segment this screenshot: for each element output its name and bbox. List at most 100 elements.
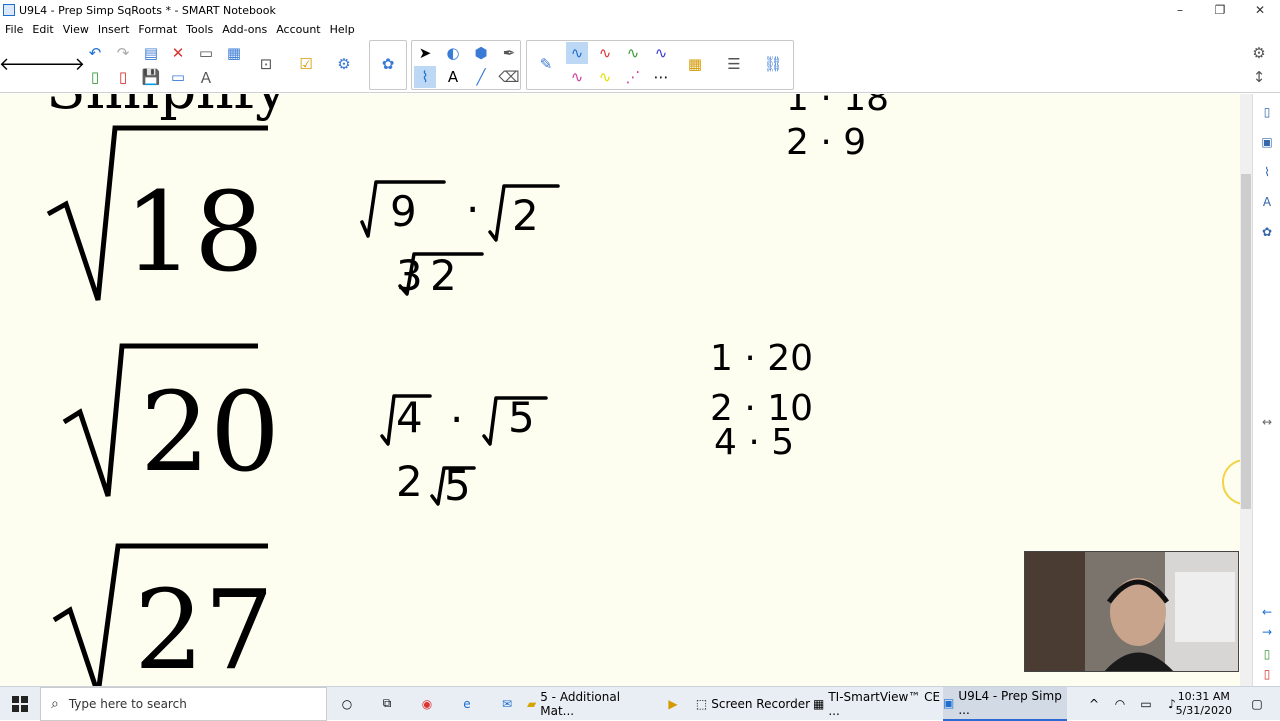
maximize-button[interactable]: ❐ (1200, 0, 1240, 20)
line-style-icon[interactable]: ☰ (723, 53, 745, 75)
menu-account[interactable]: Account (276, 23, 320, 36)
scrollbar-thumb[interactable] (1241, 174, 1251, 509)
back-arrow-icon[interactable]: 🡐 (0, 53, 47, 75)
pen-pink-icon[interactable]: ∿ (566, 66, 588, 88)
minimize-button[interactable]: – (1160, 0, 1200, 20)
pen-dotted-icon[interactable]: ⋰ (622, 66, 644, 88)
menu-addons[interactable]: Add-ons (222, 23, 267, 36)
taskbar-app-explorer[interactable]: ▰ 5 - Additional Mat... (527, 687, 653, 721)
cortana-icon[interactable]: ○ (327, 687, 367, 721)
addon-puzzle-icon[interactable]: ✿ (377, 53, 399, 75)
add-page-icon[interactable]: ▯ (1259, 646, 1275, 662)
menu-help[interactable]: Help (330, 23, 355, 36)
shapes-icon[interactable]: ◐ (442, 42, 464, 64)
prev-page-icon[interactable]: ← (1259, 604, 1275, 620)
taskbar: ⌕ Type here to search ○ ⧉ ◉ e ✉ ▰ 5 - Add… (0, 686, 1280, 721)
factor-pair: 1 · 20 (710, 338, 813, 379)
pen-red-icon[interactable]: ∿ (594, 42, 616, 64)
delete-page-icon[interactable]: ▯ (1259, 666, 1275, 682)
edge-icon[interactable]: e (447, 687, 487, 721)
menu-bar: File Edit View Insert Format Tools Add-o… (0, 20, 1280, 38)
menu-file[interactable]: File (5, 23, 23, 36)
taskbar-app-smart-notebook[interactable]: ▣ U9L4 - Prep Simp ... (943, 686, 1067, 721)
eraser-icon[interactable]: ⌫ (498, 66, 520, 88)
factor-pair: 2 · 9 (786, 122, 866, 163)
notifications-icon[interactable]: ▢ (1242, 687, 1272, 721)
display-icon[interactable]: ▭ (167, 66, 189, 88)
attachments-icon[interactable]: ⌇ (1259, 164, 1275, 180)
pen-purple-icon[interactable]: ∿ (650, 42, 672, 64)
step-dot: · (450, 395, 463, 444)
side-panel-tabs: ▯ ▣ ⌇ A ✿ ↔ ← → ▯ ▯ (1252, 94, 1280, 686)
gallery-icon[interactable]: ▣ (1259, 134, 1275, 150)
screen-capture-icon[interactable]: ⊡ (255, 53, 277, 75)
pen-dashed-icon[interactable]: ⋯ (650, 66, 672, 88)
taskbar-app-screen-recorder[interactable]: ⬚ Screen Recorder (693, 687, 813, 721)
paste-icon[interactable]: ▤ (140, 42, 162, 64)
battery-icon[interactable]: ▭ (1133, 687, 1159, 721)
delete-page-icon[interactable]: ▯ (112, 66, 134, 88)
pen-icon[interactable]: ✒ (498, 42, 520, 64)
select-pointer-icon[interactable]: ➤ (414, 42, 436, 64)
lesson-activity-icon[interactable]: ☑ (295, 53, 317, 75)
fill-icon[interactable]: ⬢ (470, 42, 492, 64)
media-player-icon[interactable]: ▶ (653, 687, 693, 721)
link-icon[interactable]: ⛓ (762, 53, 784, 75)
line-icon[interactable]: ╱ (470, 66, 492, 88)
step-sqrt2-radicand: 2 (512, 191, 539, 240)
result-coef-3: 3 (396, 251, 423, 300)
pencil-icon[interactable]: ✎ (535, 53, 557, 75)
add-page-icon[interactable]: ▯ (84, 66, 106, 88)
radicand-20: 20 (140, 368, 280, 496)
close-button[interactable]: ✕ (1240, 0, 1280, 20)
redo-icon[interactable]: ↷ (112, 42, 134, 64)
highlighter-icon[interactable]: ∿ (594, 66, 616, 88)
next-page-icon[interactable]: → (1259, 624, 1275, 640)
webcam-video (1025, 552, 1238, 671)
taskbar-clock[interactable]: 10:31 AM 5/31/2020 (1176, 687, 1232, 721)
delete-icon[interactable]: ✕ (167, 42, 189, 64)
taskbar-app-ti-smartview[interactable]: ▦ TI-SmartView™ CE ... (813, 687, 943, 721)
step-sqrt5-radicand: 5 (508, 393, 535, 442)
wifi-icon[interactable]: ◠ (1107, 687, 1133, 721)
folder-icon: ▰ (527, 696, 537, 711)
taskbar-app-label: Screen Recorder (711, 696, 811, 711)
screen-shade-icon[interactable]: ▭ (195, 42, 217, 64)
taskbar-search-box[interactable]: ⌕ Type here to search (40, 686, 327, 721)
toolbar-position-icon[interactable]: ↕ (1248, 66, 1270, 88)
menu-insert[interactable]: Insert (98, 23, 130, 36)
response-icon[interactable]: ⚙ (333, 53, 355, 75)
window-title: U9L4 - Prep Simp SqRoots * - SMART Noteb… (19, 3, 276, 17)
task-view-icon[interactable]: ⧉ (367, 687, 407, 721)
chrome-icon[interactable]: ◉ (407, 687, 447, 721)
menu-view[interactable]: View (63, 23, 89, 36)
magic-pen-icon[interactable]: ⌇ (414, 66, 436, 88)
mail-icon[interactable]: ✉ (487, 687, 527, 721)
windows-start-icon[interactable] (0, 687, 40, 721)
taskbar-app-label: U9L4 - Prep Simp ... (958, 688, 1062, 717)
text-tool-icon[interactable]: Ａ (195, 66, 217, 88)
color-palette-icon[interactable]: ▦ (684, 53, 706, 75)
resize-handle-icon[interactable]: ↔ (1259, 414, 1275, 430)
menu-tools[interactable]: Tools (186, 23, 213, 36)
forward-arrow-icon[interactable]: 🡒 (37, 53, 85, 75)
menu-edit[interactable]: Edit (32, 23, 53, 36)
pen-green-icon[interactable]: ∿ (622, 42, 644, 64)
menu-format[interactable]: Format (138, 23, 177, 36)
addons-icon[interactable]: ✿ (1259, 224, 1275, 240)
show-hidden-icons-icon[interactable]: ^ (1081, 687, 1107, 721)
pen-blue-icon[interactable]: ∿ (566, 42, 588, 64)
calculator-icon: ▦ (813, 696, 825, 711)
result-rad-2: 2 (430, 251, 457, 300)
page-sorter-icon[interactable]: ▯ (1259, 104, 1275, 120)
save-icon[interactable]: 💾 (140, 66, 162, 88)
settings-gear-icon[interactable]: ⚙ (1248, 42, 1270, 64)
smart-notebook-icon (3, 4, 15, 16)
undo-icon[interactable]: ↶ (84, 42, 106, 64)
radicand-18: 18 (124, 168, 264, 296)
properties-icon[interactable]: A (1259, 194, 1275, 210)
table-icon[interactable]: ▦ (223, 42, 245, 64)
heading-text: Simplify (46, 94, 288, 122)
webcam-overlay (1024, 551, 1239, 672)
text-icon[interactable]: A (442, 66, 464, 88)
